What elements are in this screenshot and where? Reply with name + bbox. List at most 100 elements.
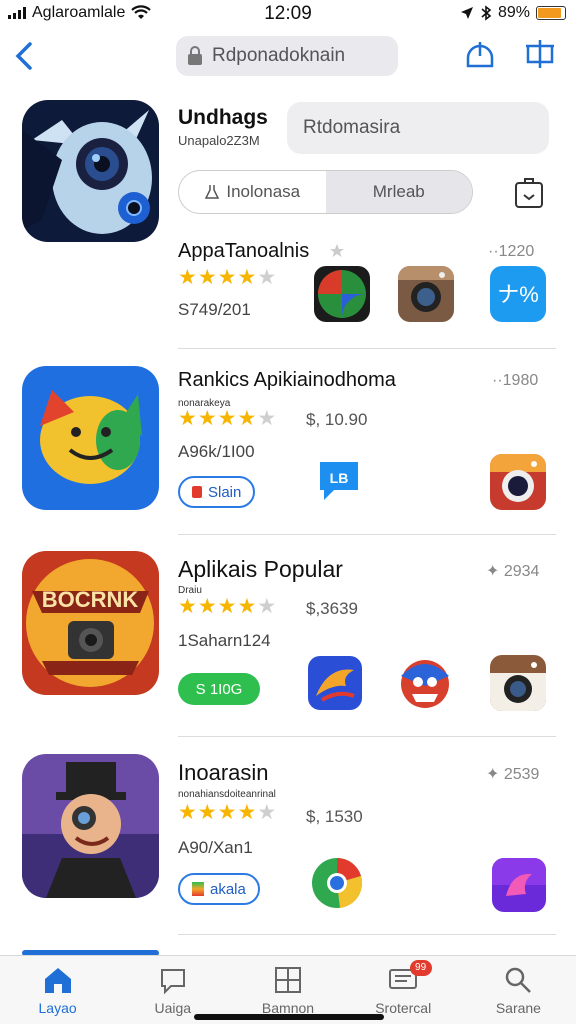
- photographer-app-icon: [22, 754, 159, 898]
- star-small-icon: [330, 244, 344, 257]
- lock-icon: [188, 46, 202, 65]
- featured-subtitle: Unapalo2Z3M: [178, 133, 260, 148]
- browser-app-icon: [312, 858, 363, 908]
- row4-sub: A90/Xan1: [178, 838, 253, 857]
- battery-percent: 89%: [497, 4, 530, 21]
- row3-app-icon[interactable]: BOCRNK: [22, 551, 159, 695]
- row2-app-icon[interactable]: [22, 366, 159, 510]
- row2-price: $, 10.90: [306, 410, 368, 429]
- share-icon[interactable]: [513, 175, 545, 209]
- search-icon: [506, 967, 532, 993]
- segment-right-label: Mrleab: [372, 182, 425, 201]
- divider: [178, 934, 556, 935]
- featured-input-text: Rtdomasira: [303, 117, 401, 138]
- tab-home-label: Layao: [38, 1000, 77, 1016]
- camera-app-icon: [490, 454, 546, 510]
- camera-banner-app-icon: BOCRNK: [22, 551, 159, 695]
- notification-badge: 99: [409, 960, 432, 976]
- featured-title: Undhags: [178, 106, 268, 129]
- tab-search-label: Sarane: [495, 1000, 541, 1016]
- row4-meta: ✦ 2539: [486, 766, 540, 783]
- row1-sub: S749/201: [178, 300, 251, 319]
- row2-chip-button[interactable]: Slain: [178, 476, 256, 508]
- home-indicator: [194, 1014, 384, 1020]
- row4-small: nonahiansdoiteanrinal: [178, 789, 276, 800]
- segment-left[interactable]: Inolonasa: [179, 171, 326, 213]
- gradient-app-icon: [492, 858, 546, 912]
- row2-title: Rankics Apikiainodhoma: [178, 369, 396, 391]
- timer-icon[interactable]: [462, 36, 498, 72]
- row2-chip-label: Slain: [208, 483, 242, 501]
- monster-app-icon: [398, 656, 452, 710]
- camera-app-icon: [398, 266, 454, 322]
- row3-mini-app-3[interactable]: [490, 655, 546, 711]
- featured-app-icon[interactable]: [22, 100, 159, 242]
- svg-text:ナ%: ナ%: [497, 282, 539, 307]
- row2-rating: ★ ★ ★ ★ ★: [178, 407, 277, 430]
- segment-left-label: Inolonasa: [226, 182, 301, 201]
- grid-icon: [275, 967, 301, 993]
- row4-rating: ★ ★ ★ ★ ★: [178, 801, 277, 824]
- row2-mini-app-1[interactable]: LB: [314, 456, 364, 506]
- search-field[interactable]: Rdponadoknain: [176, 36, 398, 76]
- chat-bubble-app-icon: LB: [320, 462, 358, 500]
- row1-mini-app-2[interactable]: [398, 266, 454, 322]
- featured-input[interactable]: Rtdomasira: [287, 102, 549, 154]
- flask-icon: [205, 185, 220, 199]
- row1-title: AppaTanoalnis: [178, 240, 310, 262]
- row4-app-icon[interactable]: [22, 754, 159, 898]
- chat-icon: [160, 969, 185, 995]
- row4-mini-app-2[interactable]: [492, 858, 546, 912]
- row2-sub: A96k/1I00: [178, 442, 255, 461]
- search-field-text: Rdponadoknain: [212, 45, 346, 66]
- smiley-app-icon: [22, 366, 159, 510]
- camera-app-icon: [490, 655, 546, 711]
- translate-app-icon: ナ%: [490, 266, 546, 322]
- tab-home[interactable]: Layao: [0, 956, 115, 1024]
- tab-chat-label: Uaiga: [154, 1000, 192, 1016]
- battery-icon: [536, 6, 566, 20]
- bird-app-icon: [308, 656, 362, 710]
- svg-text:BOCRNK: BOCRNK: [42, 587, 139, 612]
- row4-title: Inoarasin: [178, 760, 269, 785]
- row3-meta: ✦ 2934: [486, 563, 540, 580]
- header-bar: Rdponadoknain: [0, 30, 576, 84]
- divider: [178, 534, 556, 535]
- row3-rating: ★ ★ ★ ★ ★: [178, 595, 277, 618]
- row2-mini-app-2[interactable]: [490, 454, 546, 510]
- row3-title: Aplikais Popular: [178, 556, 343, 582]
- row3-price: $,3639: [306, 599, 358, 618]
- globe-app-icon: [314, 266, 370, 322]
- split-view-icon[interactable]: [522, 36, 558, 72]
- camera-creature-icon: [22, 100, 159, 242]
- row3-mini-app-1[interactable]: [308, 656, 362, 710]
- row1-rating: ★ ★ ★ ★ ★: [178, 266, 277, 289]
- row2-meta: ··1980: [492, 372, 539, 389]
- row4-chip-label: akala: [210, 880, 246, 898]
- tab-messages-label: Srotercal: [375, 1000, 432, 1016]
- divider: [178, 736, 556, 737]
- tab-search[interactable]: Sarane: [461, 956, 576, 1024]
- tag-icon: [192, 486, 202, 498]
- row4-mini-app-1[interactable]: [310, 856, 364, 910]
- home-icon: [44, 968, 71, 993]
- row1-meta: ··1220: [488, 243, 535, 260]
- row1-mini-app-3[interactable]: ナ%: [490, 266, 546, 322]
- row1-mini-app-1[interactable]: [314, 266, 370, 322]
- status-right: 89%: [460, 4, 566, 22]
- location-icon: [460, 7, 473, 19]
- row3-chip-button[interactable]: S 1I0G: [178, 673, 260, 705]
- back-chevron-icon[interactable]: [10, 36, 40, 76]
- bluetooth-icon: [481, 5, 492, 21]
- row4-chip-button[interactable]: akala: [178, 873, 260, 905]
- segmented-control: Inolonasa Mrleab: [178, 170, 473, 214]
- row3-sub: 1Saharn124: [178, 631, 271, 650]
- segment-right[interactable]: Mrleab: [325, 171, 472, 213]
- divider: [178, 348, 556, 349]
- status-bar: Aglaroamlale 12:09 89%: [0, 0, 576, 26]
- colorful-tag-icon: [192, 882, 204, 896]
- row4-price: $, 1530: [306, 807, 363, 826]
- svg-text:LB: LB: [330, 470, 349, 486]
- row3-mini-app-2[interactable]: [398, 656, 452, 710]
- row3-chip-label: S 1I0G: [195, 680, 243, 698]
